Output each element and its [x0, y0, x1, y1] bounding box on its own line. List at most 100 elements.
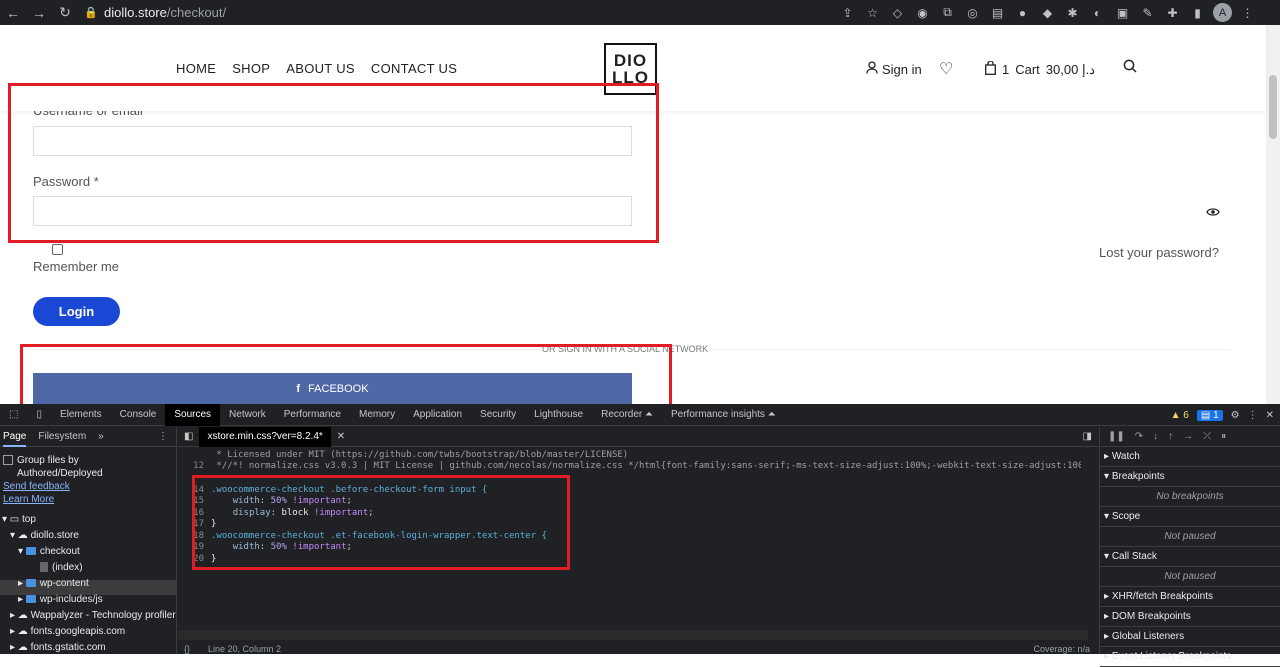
pause-icon[interactable]: ❚❚ — [1108, 431, 1125, 442]
toggle-debugger-icon[interactable]: ◨ — [1077, 431, 1098, 442]
menu-about-us[interactable]: ABOUT US — [286, 61, 355, 76]
menu-contact-us[interactable]: CONTACT US — [371, 61, 457, 76]
tab-application[interactable]: Application — [404, 404, 471, 426]
editor-horizontal-scrollbar[interactable] — [178, 630, 1088, 640]
inspect-icon[interactable]: ⬚ — [0, 404, 27, 426]
send-feedback-link[interactable]: Send feedback — [3, 481, 70, 492]
section-watch[interactable]: ▸ Watch — [1100, 447, 1280, 467]
menu-home[interactable]: HOME — [176, 61, 216, 76]
close-icon[interactable]: ✕ — [1266, 410, 1274, 421]
news-icon[interactable]: ▤ — [988, 3, 1007, 22]
extension-badge-icon[interactable]: ◆ — [1038, 3, 1057, 22]
screen-icon[interactable]: ▣ — [1113, 3, 1132, 22]
login-button[interactable]: Login — [33, 297, 120, 326]
section-call-stack[interactable]: ▾ Call Stack — [1100, 547, 1280, 567]
section-xhr-breakpoints[interactable]: ▸ XHR/fetch Breakpoints — [1100, 587, 1280, 607]
facebook-login-button[interactable]: f FACEBOOK — [33, 373, 632, 404]
share-icon[interactable]: ⇪ — [838, 3, 857, 22]
step-over-icon[interactable]: ↷ — [1135, 431, 1143, 442]
shopping-bag-icon — [985, 60, 996, 78]
sidepanel-icon[interactable]: ▮ — [1188, 3, 1207, 22]
wappalyzer-icon[interactable]: ✱ — [1063, 3, 1082, 22]
pen-icon[interactable]: ✎ — [1138, 3, 1157, 22]
tree-item-fonts-gstatic[interactable]: ▸ ☁ fonts.gstatic.com — [10, 642, 106, 653]
device-toggle-icon[interactable]: ▯ — [27, 404, 51, 426]
step-icon[interactable]: → — [1183, 431, 1193, 442]
more-options-icon[interactable]: ⋮ — [1248, 410, 1258, 421]
sign-in-link[interactable]: Sign in — [866, 61, 922, 77]
password-input[interactable] — [33, 196, 632, 226]
remember-me-checkbox[interactable] — [52, 244, 63, 255]
translate-icon[interactable]: ⧉ — [938, 3, 957, 22]
section-global-listeners[interactable]: ▸ Global Listeners — [1100, 627, 1280, 647]
tree-item-top[interactable]: ▾ ▭ top — [2, 514, 36, 525]
heart-icon[interactable]: ♡ — [939, 59, 953, 79]
settings-gear-icon[interactable]: ⚙ — [1231, 410, 1240, 421]
tree-item-wp-includes[interactable]: ▸ wp-includes/js — [18, 594, 103, 605]
theme-icon[interactable]: ◐ — [1088, 3, 1107, 22]
close-file-icon[interactable]: ✕ — [331, 431, 351, 442]
puzzle-icon[interactable]: ✚ — [1163, 3, 1182, 22]
tree-item-diollo-store[interactable]: ▾ ☁ diollo.store — [10, 530, 79, 541]
message-count: 1 — [1213, 409, 1219, 421]
file-tab[interactable]: xstore.min.css?ver=8.2.4* — [199, 426, 331, 447]
pause-on-exceptions-icon[interactable]: ⏸ — [1221, 431, 1226, 442]
code-content[interactable]: * Licensed under MIT (https://github.com… — [211, 448, 1081, 638]
tree-item-index[interactable]: (index) — [40, 562, 83, 573]
step-into-icon[interactable]: ↓ — [1153, 431, 1158, 442]
toggle-navigator-icon[interactable]: ◧ — [178, 431, 199, 442]
tab-filesystem[interactable]: Filesystem — [38, 431, 86, 442]
site-logo[interactable]: DIO LLO — [604, 43, 657, 95]
forward-arrow-icon[interactable]: → — [26, 5, 52, 21]
tab-performance[interactable]: Performance — [275, 404, 350, 426]
tree-item-wp-content[interactable]: ▸ wp-content — [18, 578, 89, 589]
navigator-menu-icon[interactable]: ⋮ — [158, 431, 168, 442]
tab-performance-insights[interactable]: Performance insights ⏶ — [662, 404, 785, 426]
search-icon[interactable] — [1123, 59, 1137, 78]
facebook-icon: f — [296, 382, 301, 395]
profile-avatar[interactable]: A — [1213, 3, 1232, 22]
message-counter[interactable]: ▤ 1 — [1196, 409, 1223, 421]
tab-security[interactable]: Security — [471, 404, 525, 426]
cart-link[interactable]: 1 Cart 30,00 د.إ — [985, 60, 1095, 78]
browser-menu-icon[interactable]: ⋮ — [1238, 3, 1257, 22]
username-input[interactable] — [33, 126, 632, 156]
grammarly-icon[interactable]: ● — [1013, 3, 1032, 22]
tab-console[interactable]: Console — [111, 404, 166, 426]
page-scrollbar[interactable] — [1266, 25, 1280, 404]
folder-icon — [25, 579, 36, 588]
deactivate-breakpoints-icon[interactable]: ⤫ — [1203, 431, 1211, 442]
section-breakpoints[interactable]: ▾ Breakpoints — [1100, 467, 1280, 487]
page-scrollbar-thumb[interactable] — [1269, 75, 1277, 139]
group-files-checkbox[interactable] — [3, 455, 13, 465]
code-line-12: *//*! normalize.css v3.0.3 | MIT License… — [211, 461, 1081, 471]
tab-sources[interactable]: Sources — [165, 403, 221, 426]
lost-password-link[interactable]: Lost your password? — [1099, 245, 1219, 260]
section-scope[interactable]: ▾ Scope — [1100, 507, 1280, 527]
tree-item-fonts-googleapis[interactable]: ▸ ☁ fonts.googleapis.com — [10, 626, 125, 637]
tab-lighthouse[interactable]: Lighthouse — [525, 404, 592, 426]
extension-icon[interactable]: ◇ — [888, 3, 907, 22]
more-tabs-icon[interactable]: » — [98, 431, 104, 442]
tab-elements[interactable]: Elements — [51, 404, 111, 426]
tab-page[interactable]: Page — [3, 427, 27, 447]
learn-more-link[interactable]: Learn More — [3, 494, 54, 505]
tab-network[interactable]: Network — [220, 404, 275, 426]
warning-counter[interactable]: ▲ 6 — [1171, 410, 1189, 421]
address-bar[interactable]: 🔒 diollo.store/checkout/ — [84, 2, 828, 23]
format-icon[interactable]: {} — [184, 644, 190, 654]
camera-icon[interactable]: ◎ — [963, 3, 982, 22]
tree-item-checkout[interactable]: ▾ checkout — [18, 546, 80, 557]
tab-memory[interactable]: Memory — [350, 404, 404, 426]
section-event-listener-breakpoints[interactable]: ▸ Event Listener Breakpoints — [1100, 647, 1280, 667]
tree-item-wappalyzer[interactable]: ▸ ☁ Wappalyzer - Technology profiler — [10, 610, 176, 621]
bookmark-star-icon[interactable]: ☆ — [863, 3, 882, 22]
eye-icon[interactable] — [1206, 204, 1220, 220]
step-out-icon[interactable]: ↑ — [1168, 431, 1173, 442]
section-dom-breakpoints[interactable]: ▸ DOM Breakpoints — [1100, 607, 1280, 627]
tab-recorder[interactable]: Recorder ⏶ — [592, 404, 662, 426]
menu-shop[interactable]: SHOP — [232, 61, 270, 76]
reload-icon[interactable]: ↻ — [52, 4, 78, 21]
globe-icon[interactable]: ◉ — [913, 3, 932, 22]
back-arrow-icon[interactable]: ← — [0, 5, 26, 21]
